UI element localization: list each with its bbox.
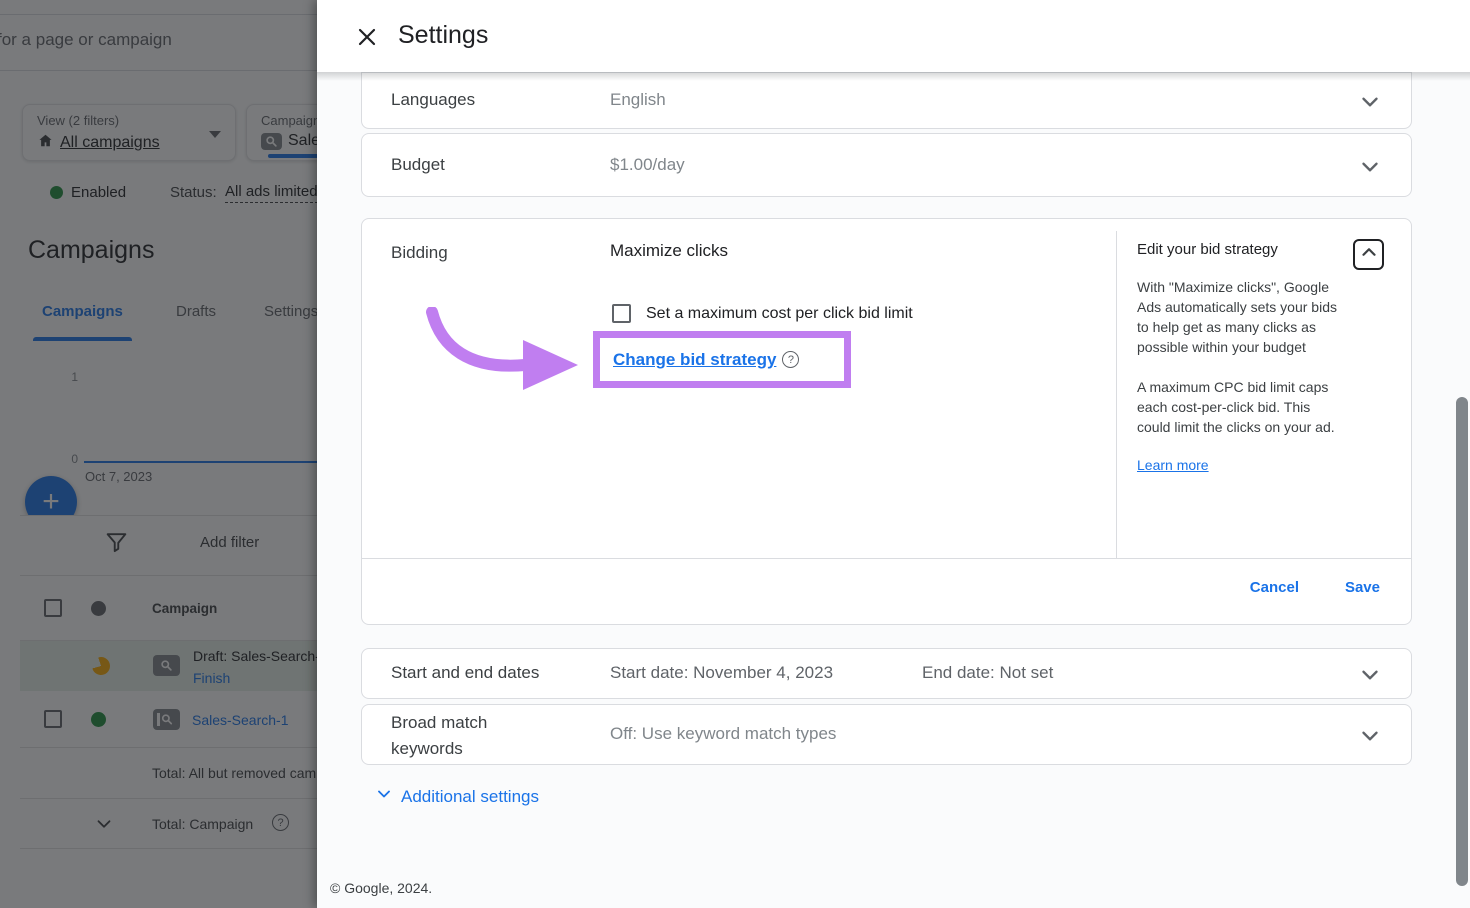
broad-match-row[interactable]: Broad match keywords Off: Use keyword ma… <box>361 704 1412 765</box>
modal-title: Settings <box>398 21 488 50</box>
dates-label: Start and end dates <box>391 663 539 683</box>
save-button[interactable]: Save <box>1345 579 1380 596</box>
help-icon[interactable]: ? <box>782 351 799 368</box>
chevron-up-icon <box>1358 241 1380 268</box>
help-panel-divider <box>1116 231 1117 558</box>
end-date-value: End date: Not set <box>922 663 1053 683</box>
modal-scrollbar[interactable] <box>1456 397 1468 886</box>
modal-body: Languages English Budget $1.00/day Biddi… <box>317 72 1470 908</box>
budget-row[interactable]: Budget $1.00/day <box>361 133 1412 197</box>
buttons-divider <box>362 558 1411 559</box>
broad-match-label: Broad match keywords <box>391 710 526 762</box>
dates-row[interactable]: Start and end dates Start date: November… <box>361 648 1412 699</box>
app-root: for a page or campaign View (2 filters) … <box>0 0 1470 908</box>
close-icon[interactable] <box>355 25 379 49</box>
modal-header: Settings <box>317 0 1470 72</box>
settings-modal: Settings Languages English Budget $1.00/… <box>317 0 1470 908</box>
highlight-box: Change bid strategy ? <box>593 331 851 388</box>
collapse-help-button[interactable] <box>1353 239 1384 270</box>
cancel-button[interactable]: Cancel <box>1250 579 1299 596</box>
chevron-down-icon[interactable] <box>1357 662 1383 688</box>
chevron-down-icon[interactable] <box>1357 154 1383 180</box>
budget-value: $1.00/day <box>610 155 685 175</box>
highlight-arrow <box>424 307 609 391</box>
bidding-section: Bidding Maximize clicks Set a maximum co… <box>361 218 1412 625</box>
budget-label: Budget <box>391 155 445 175</box>
chevron-down-icon <box>374 784 394 809</box>
learn-more-link[interactable]: Learn more <box>1137 457 1209 473</box>
bidding-label: Bidding <box>391 243 448 263</box>
broad-match-value: Off: Use keyword match types <box>610 724 836 744</box>
copyright-text: © Google, 2024. <box>330 880 432 896</box>
languages-value: English <box>610 90 666 110</box>
chevron-down-icon[interactable] <box>1357 89 1383 115</box>
bid-strategy-help-panel: Edit your bid strategy With "Maximize cl… <box>1137 241 1337 475</box>
help-paragraph-2: A maximum CPC bid limit caps each cost-p… <box>1137 377 1337 437</box>
max-cpc-checkbox-label[interactable]: Set a maximum cost per click bid limit <box>646 305 913 323</box>
start-date-value: Start date: November 4, 2023 <box>610 663 833 683</box>
help-panel-title: Edit your bid strategy <box>1137 241 1337 258</box>
additional-settings-toggle[interactable]: Additional settings <box>374 784 539 809</box>
chevron-down-icon[interactable] <box>1357 723 1383 749</box>
bidding-strategy-value: Maximize clicks <box>610 241 728 261</box>
max-cpc-checkbox[interactable] <box>612 304 631 323</box>
help-paragraph-1: With "Maximize clicks", Google Ads autom… <box>1137 277 1337 357</box>
languages-label: Languages <box>391 90 475 110</box>
change-bid-strategy-link[interactable]: Change bid strategy <box>613 350 776 370</box>
additional-settings-label: Additional settings <box>401 787 539 807</box>
